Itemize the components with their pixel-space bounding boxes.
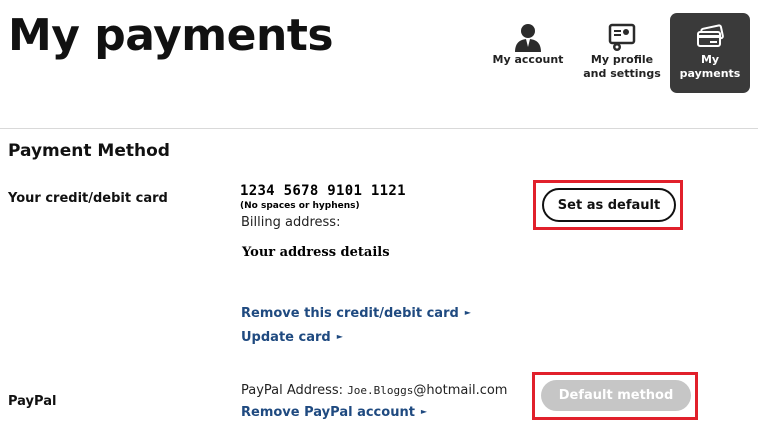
default-method-button: Default method — [541, 380, 691, 411]
remove-card-link-label: Remove this credit/debit card — [241, 306, 459, 321]
nav-my-profile-label-1: My profile — [590, 53, 654, 66]
nav-my-account[interactable]: My account — [488, 13, 568, 93]
billing-address-label: Billing address: — [241, 215, 341, 230]
nav-my-account-label: My account — [492, 53, 564, 66]
paypal-email-domain: @hotmail.com — [413, 383, 508, 398]
nav-my-profile[interactable]: My profile and settings — [580, 13, 664, 93]
remove-paypal-link-label: Remove PayPal account — [241, 405, 415, 420]
profile-settings-icon — [608, 23, 636, 51]
card-number: 1234 5678 9101 1121 — [240, 183, 406, 199]
update-card-link[interactable]: Update card ► — [241, 330, 343, 345]
nav-my-payments-label-2: payments — [679, 67, 741, 80]
nav-my-payments-label-1: My — [700, 53, 720, 66]
caret-right-icon: ► — [464, 308, 471, 317]
paypal-address-label: PayPal Address: — [241, 383, 344, 398]
billing-address-value: Your address details — [242, 245, 390, 260]
remove-card-link[interactable]: Remove this credit/debit card ► — [241, 306, 471, 321]
user-icon — [515, 24, 541, 52]
update-card-link-label: Update card — [241, 330, 331, 345]
paypal-row-label: PayPal — [8, 394, 57, 409]
set-as-default-button[interactable]: Set as default — [542, 188, 676, 222]
nav-my-profile-label-2: and settings — [583, 67, 661, 80]
paypal-email-name: Joe.Bloggs — [347, 384, 414, 397]
payment-method-heading: Payment Method — [8, 141, 170, 161]
credit-card-icon — [697, 24, 724, 47]
payments-page: My payments My account My profile and se… — [0, 0, 758, 433]
caret-right-icon: ► — [420, 407, 428, 416]
divider — [0, 128, 758, 129]
card-row-label: Your credit/debit card — [8, 191, 168, 206]
paypal-address: PayPal Address: Joe.Bloggs@hotmail.com — [241, 383, 507, 398]
page-title: My payments — [8, 10, 334, 61]
nav-my-payments[interactable]: My payments — [670, 13, 750, 93]
caret-right-icon: ► — [336, 332, 343, 341]
card-number-hint: (No spaces or hyphens) — [240, 201, 360, 211]
remove-paypal-link[interactable]: Remove PayPal account ► — [241, 405, 427, 420]
